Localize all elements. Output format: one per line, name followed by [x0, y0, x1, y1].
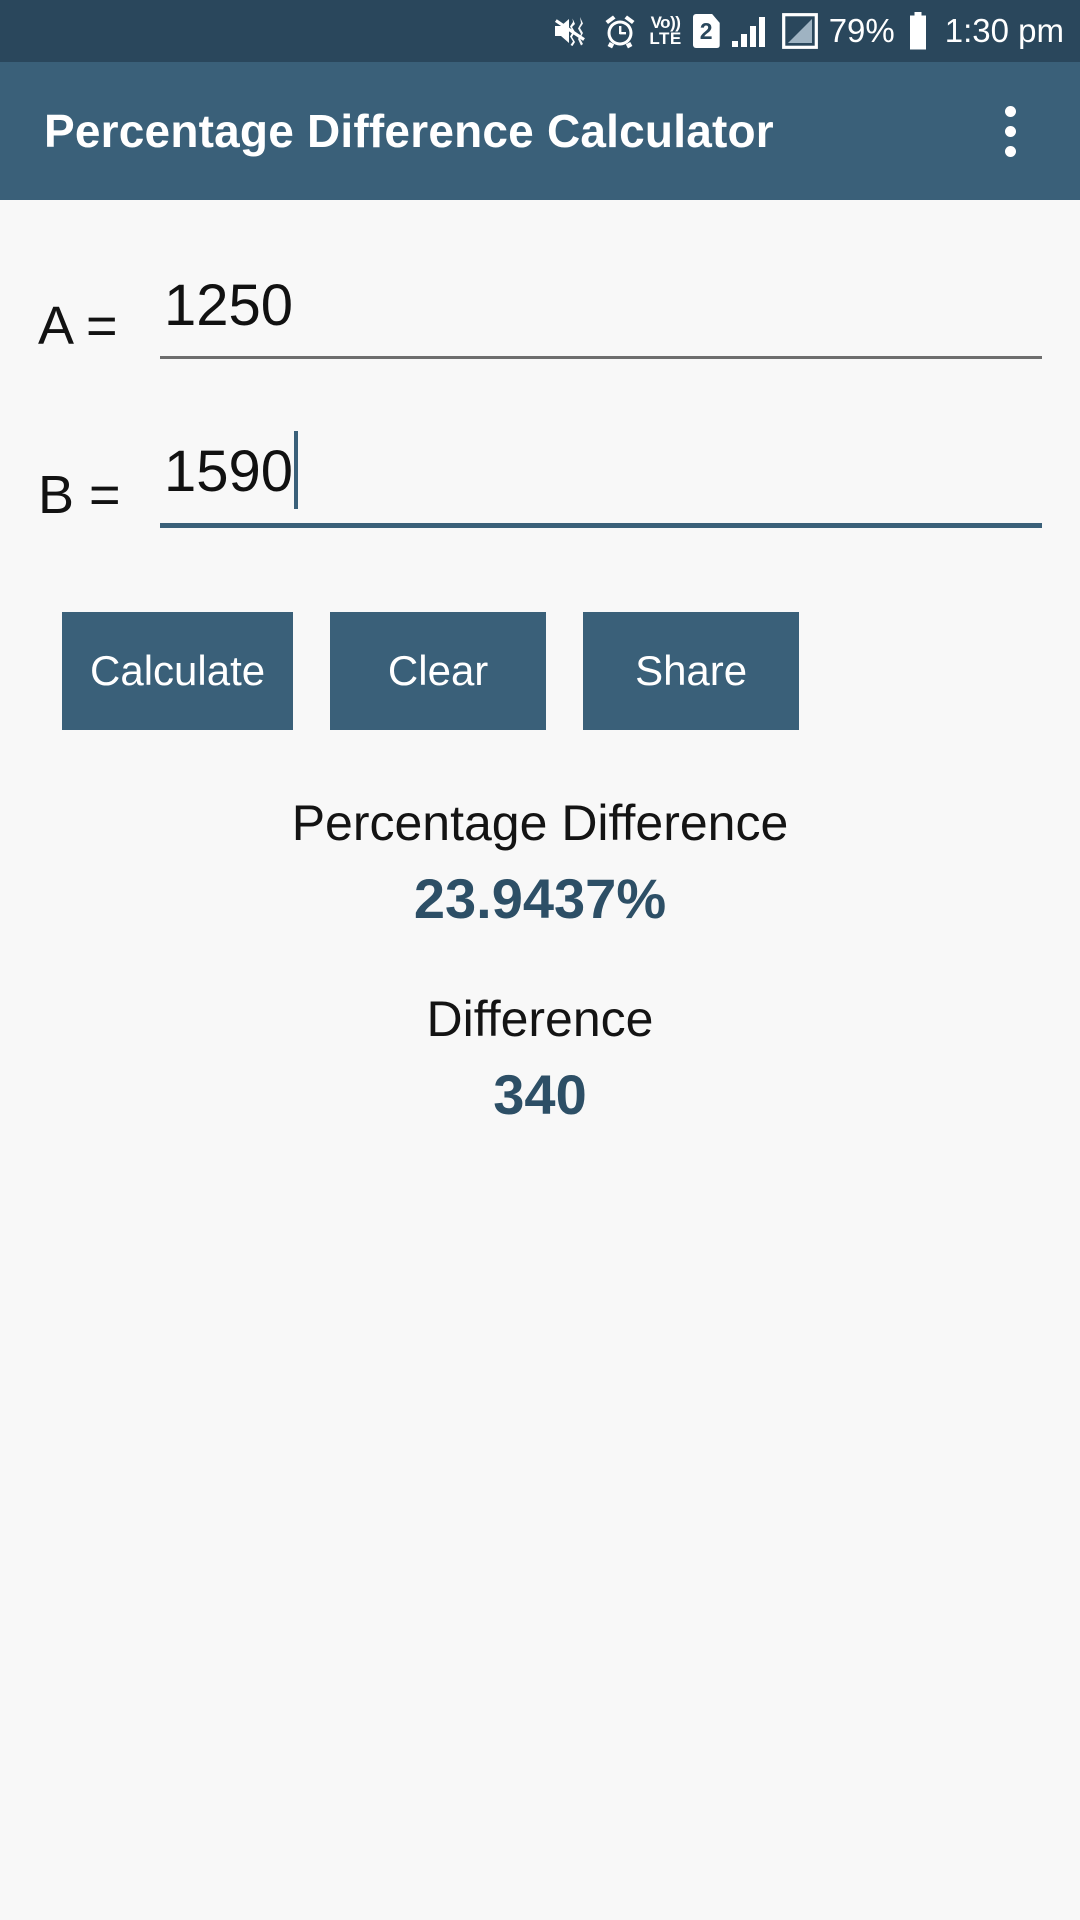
main-content: A = 1250 B = 1590 Calculate Clear Share …: [0, 275, 1080, 1132]
field-a-input-wrap[interactable]: 1250: [160, 275, 1042, 371]
mute-vibrate-icon: [553, 14, 591, 48]
value-a-input[interactable]: 1250: [160, 275, 293, 342]
more-vertical-icon[interactable]: [974, 85, 1046, 177]
field-b-underline: [160, 523, 1042, 528]
difference-label: Difference: [426, 991, 654, 1048]
overflow-dot: [1004, 125, 1016, 137]
overflow-dot: [1004, 105, 1016, 117]
field-row-b: B = 1590: [38, 431, 1042, 540]
value-b-input[interactable]: 1590: [160, 441, 293, 508]
field-b-label: B =: [38, 465, 121, 525]
volte-bottom-label: LTE: [649, 29, 682, 48]
field-a-label: A =: [38, 296, 118, 356]
signal-bars-icon: [731, 14, 771, 48]
app-bar: Percentage Difference Calculator: [0, 62, 1080, 200]
difference-value: 340: [493, 1062, 587, 1126]
percentage-difference-block: Percentage Difference 23.9437%: [38, 792, 1042, 936]
text-cursor: [294, 431, 299, 509]
sim-2-icon: 2: [692, 14, 720, 48]
battery-icon: [908, 12, 928, 50]
sim-2-label: 2: [692, 14, 720, 48]
share-button[interactable]: Share: [583, 612, 800, 730]
field-b-input-wrap[interactable]: 1590: [160, 431, 1042, 540]
percentage-difference-value: 23.9437%: [413, 866, 667, 930]
percentage-difference-label: Percentage Difference: [291, 795, 789, 851]
overflow-dot: [1004, 145, 1016, 157]
second-signal-icon: [781, 13, 818, 49]
page-title: Percentage Difference Calculator: [44, 105, 774, 157]
calculate-button[interactable]: Calculate: [62, 612, 294, 730]
results-section: Percentage Difference 23.9437% Differenc…: [38, 792, 1042, 1132]
battery-percentage: 79%: [828, 12, 895, 49]
difference-block: Difference 340: [38, 988, 1042, 1132]
alarm-icon: [602, 13, 638, 49]
status-bar: Vo)) LTE 2 79% 1:30 pm: [0, 0, 1080, 62]
status-bar-clock: 1:30 pm: [944, 12, 1064, 49]
field-a-underline: [160, 356, 1042, 359]
button-row: Calculate Clear Share: [38, 612, 1042, 730]
field-row-a: A = 1250: [38, 275, 1042, 371]
volte-icon: Vo)) LTE: [649, 14, 682, 48]
clear-button[interactable]: Clear: [330, 612, 547, 730]
